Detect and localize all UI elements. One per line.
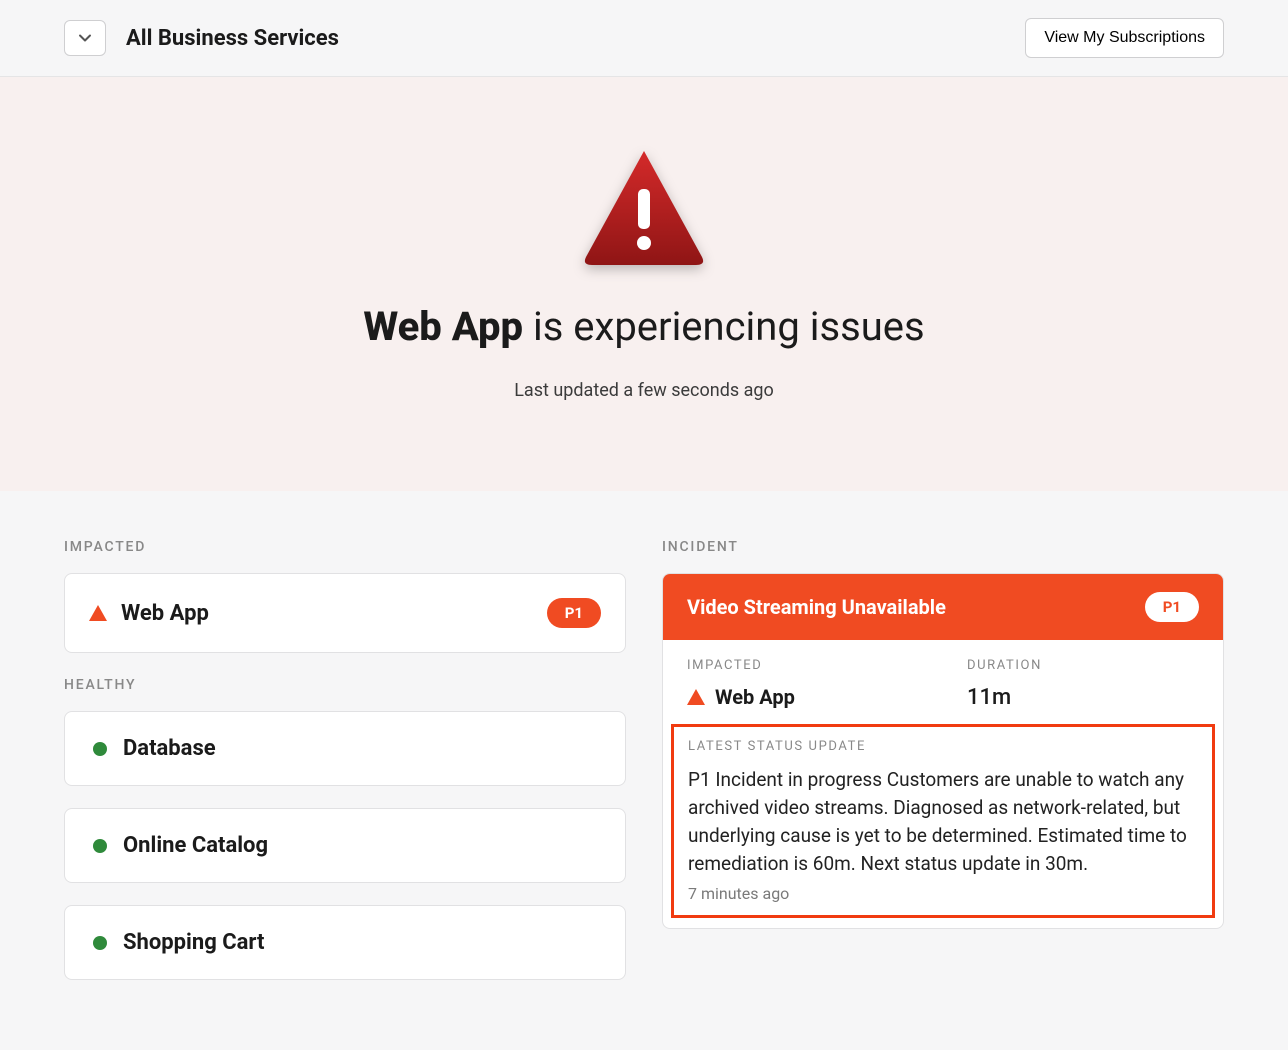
topbar: All Business Services View My Subscripti… xyxy=(0,0,1288,77)
warning-triangle-icon xyxy=(89,605,107,621)
chevron-down-icon xyxy=(77,30,93,46)
healthy-section-label: HEALTHY xyxy=(64,677,626,693)
service-card-left: Shopping Cart xyxy=(89,930,264,955)
service-name: Web App xyxy=(121,601,209,626)
incident-duration-block: DURATION 11m xyxy=(967,658,1199,710)
incident-title: Video Streaming Unavailable xyxy=(687,595,946,619)
priority-badge: P1 xyxy=(547,598,601,628)
content-columns: IMPACTED Web App P1 HEALTHY Database xyxy=(0,491,1288,1050)
hero-status-suffix: is experiencing issues xyxy=(523,303,925,350)
service-card-left: Web App xyxy=(89,601,209,626)
warning-triangle-icon xyxy=(580,147,708,265)
incident-section-label: INCIDENT xyxy=(662,539,1224,555)
hero-last-updated: Last updated a few seconds ago xyxy=(514,380,774,401)
service-name: Shopping Cart xyxy=(123,930,264,955)
incident-impacted-service: Web App xyxy=(715,685,795,709)
status-hero: Web App is experiencing issues Last upda… xyxy=(0,77,1288,491)
status-update-text: P1 Incident in progress Customers are un… xyxy=(688,766,1198,878)
incident-meta: IMPACTED Web App DURATION 11m xyxy=(663,640,1223,724)
topbar-left: All Business Services xyxy=(64,20,339,56)
incident-card[interactable]: Video Streaming Unavailable P1 IMPACTED … xyxy=(662,573,1224,929)
service-name: Online Catalog xyxy=(123,833,268,858)
incident-column: INCIDENT Video Streaming Unavailable P1 … xyxy=(662,539,1224,1002)
healthy-dot-icon xyxy=(93,936,107,950)
service-card-left: Database xyxy=(89,736,216,761)
status-update-label: LATEST STATUS UPDATE xyxy=(688,739,1198,754)
hero-service-name: Web App xyxy=(363,303,523,350)
incident-impacted-label: IMPACTED xyxy=(687,658,919,673)
healthy-service-card[interactable]: Online Catalog xyxy=(64,808,626,883)
service-card-left: Online Catalog xyxy=(89,833,268,858)
warning-triangle-icon xyxy=(687,689,705,705)
hero-headline: Web App is experiencing issues xyxy=(363,303,924,350)
services-column: IMPACTED Web App P1 HEALTHY Database xyxy=(64,539,626,1002)
impacted-section-label: IMPACTED xyxy=(64,539,626,555)
healthy-dot-icon xyxy=(93,742,107,756)
latest-status-update-box: LATEST STATUS UPDATE P1 Incident in prog… xyxy=(671,724,1215,918)
healthy-section: HEALTHY Database Online Catalog Shopping… xyxy=(64,677,626,980)
healthy-service-card[interactable]: Database xyxy=(64,711,626,786)
healthy-dot-icon xyxy=(93,839,107,853)
services-dropdown-button[interactable] xyxy=(64,20,106,56)
incident-impacted-block: IMPACTED Web App xyxy=(687,658,919,710)
priority-badge: P1 xyxy=(1145,592,1199,622)
incident-duration-label: DURATION xyxy=(967,658,1199,673)
page-title: All Business Services xyxy=(126,26,339,51)
healthy-service-card[interactable]: Shopping Cart xyxy=(64,905,626,980)
view-subscriptions-button[interactable]: View My Subscriptions xyxy=(1025,18,1224,58)
service-name: Database xyxy=(123,736,216,761)
incident-impacted-value: Web App xyxy=(687,685,919,709)
impacted-service-card[interactable]: Web App P1 xyxy=(64,573,626,653)
incident-duration-value: 11m xyxy=(967,685,1199,710)
status-update-time: 7 minutes ago xyxy=(688,884,1198,903)
incident-header: Video Streaming Unavailable P1 xyxy=(663,574,1223,640)
